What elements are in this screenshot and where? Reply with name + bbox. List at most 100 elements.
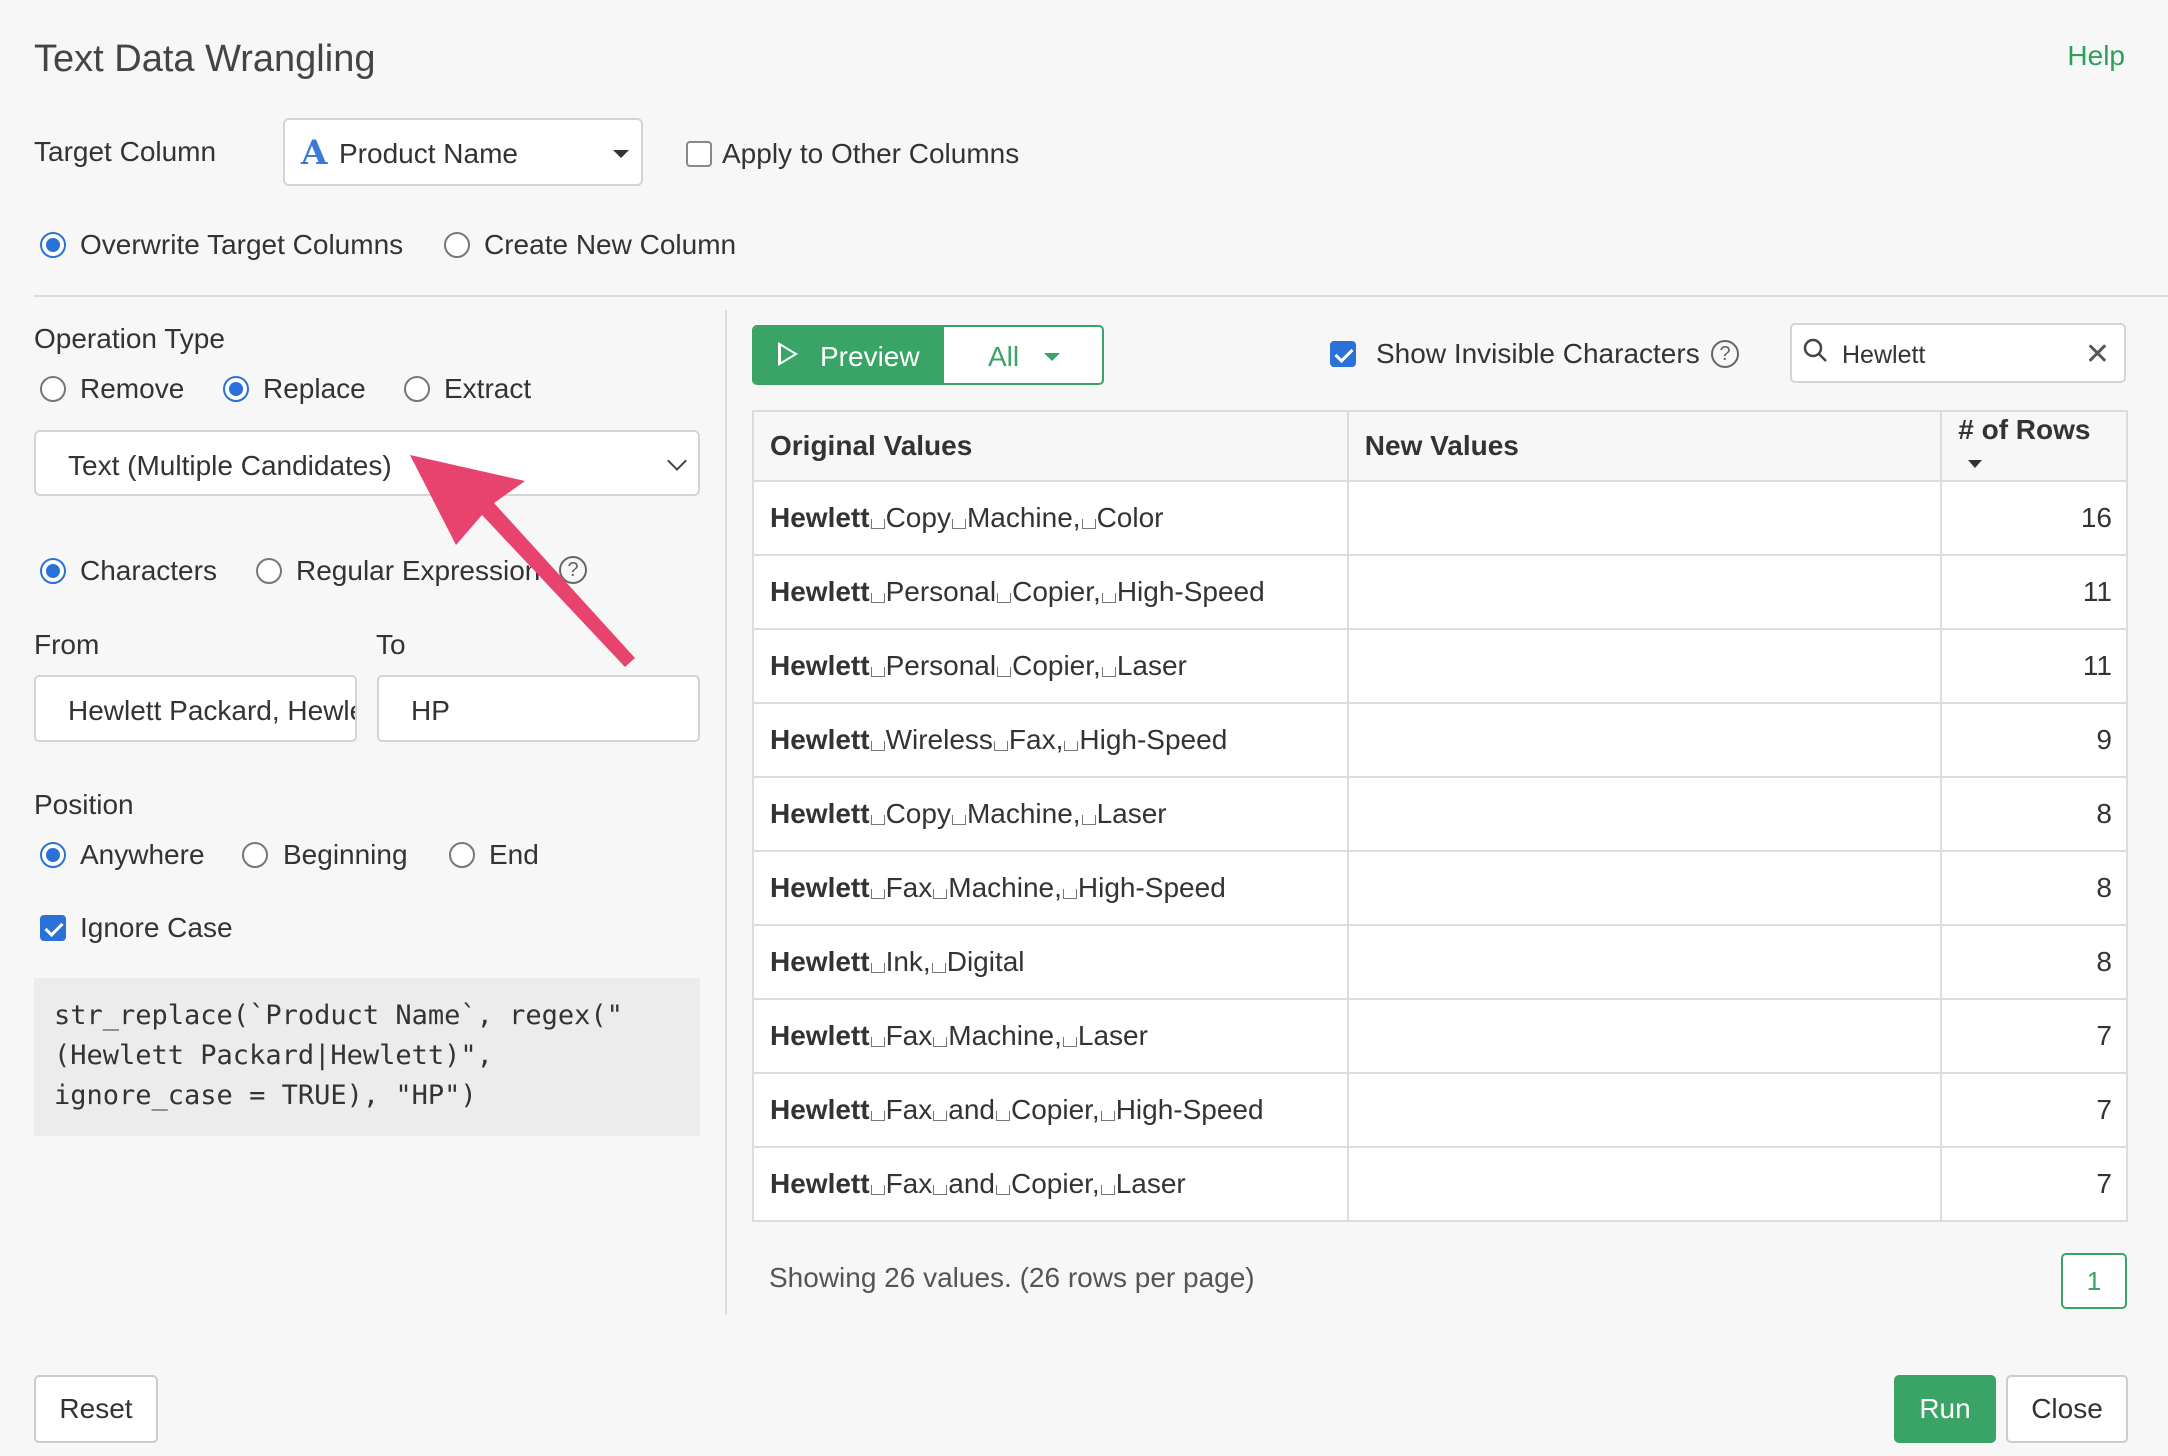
help-icon[interactable]: ?: [1711, 340, 1739, 368]
end-radio[interactable]: [449, 842, 475, 868]
table-row: Hewlett Wireless Fax, High-Speed 9: [752, 702, 2128, 778]
value-word: Copier,: [1010, 1168, 1100, 1199]
overwrite-radio[interactable]: [40, 232, 66, 258]
space-marker-icon: [933, 889, 948, 899]
value-word: Laser: [1096, 798, 1167, 829]
value-word: Laser: [1115, 1168, 1186, 1199]
remove-radio[interactable]: [40, 376, 66, 402]
filter-all-dropdown[interactable]: All: [944, 327, 1102, 383]
close-button[interactable]: Close: [2006, 1375, 2128, 1443]
space-marker-icon: [1062, 1037, 1077, 1047]
match-highlight: Hewlett: [770, 502, 870, 533]
space-marker-icon: [931, 963, 946, 973]
anywhere-radio[interactable]: [40, 842, 66, 868]
space-marker-icon: [1081, 519, 1096, 529]
beginning-radio[interactable]: [242, 842, 268, 868]
column-header-original[interactable]: Original Values: [752, 410, 1349, 482]
original-value-cell: Hewlett Copy Machine, Color: [752, 480, 1349, 556]
page-button[interactable]: 1: [2061, 1253, 2127, 1309]
close-icon[interactable]: ✕: [2085, 337, 2110, 372]
remove-label: Remove: [80, 373, 185, 404]
value-word: Digital: [946, 946, 1025, 977]
caret-down-icon: [1044, 353, 1060, 361]
space-marker-icon: [1081, 815, 1096, 825]
characters-radio[interactable]: [40, 558, 66, 584]
preview-button-label: Preview: [820, 341, 920, 372]
column-header-new[interactable]: New Values: [1346, 410, 1943, 482]
anywhere-label: Anywhere: [80, 839, 205, 870]
preview-button-group: Preview All: [752, 325, 1104, 385]
space-marker-icon: [870, 963, 885, 973]
value-word: Fax,: [1008, 724, 1064, 755]
value-word: Copy: [885, 798, 951, 829]
space-marker-icon: [870, 741, 885, 751]
row-count-cell: 7: [1940, 1072, 2128, 1148]
search-box[interactable]: Hewlett ✕: [1790, 323, 2126, 383]
value-word: High-Speed: [1077, 872, 1226, 903]
value-word: Machine,: [948, 1020, 1062, 1051]
show-invisible-label: Show Invisible Characters: [1376, 338, 1700, 369]
value-word: Copier,: [1012, 576, 1101, 607]
match-highlight: Hewlett: [770, 1094, 870, 1125]
from-input[interactable]: Hewlett Packard, Hewlett: [34, 675, 357, 742]
new-value-cell: [1346, 1072, 1943, 1148]
value-word: Personal: [885, 650, 997, 681]
value-word: Laser: [1077, 1020, 1148, 1051]
value-word: Copier,: [1012, 650, 1101, 681]
space-marker-icon: [870, 1111, 885, 1121]
column-header-rows-label: # of Rows: [1958, 414, 2091, 445]
to-input-value: HP: [411, 695, 450, 726]
extract-radio[interactable]: [404, 376, 430, 402]
row-count-cell: 8: [1940, 776, 2128, 852]
original-value-cell: Hewlett Fax and Copier, Laser: [752, 1146, 1349, 1222]
help-link[interactable]: Help: [2067, 40, 2125, 72]
value-word: and: [948, 1168, 995, 1199]
run-button[interactable]: Run: [1894, 1375, 1996, 1443]
row-count-cell: 11: [1940, 628, 2128, 704]
value-word: Copier,: [1010, 1094, 1100, 1125]
table-row: Hewlett Fax and Copier, Laser 7: [752, 1146, 2128, 1222]
space-marker-icon: [933, 1111, 948, 1121]
table-row: Hewlett Fax and Copier, High-Speed 7: [752, 1072, 2128, 1148]
help-icon[interactable]: ?: [559, 556, 587, 584]
match-highlight: Hewlett: [770, 872, 870, 903]
new-value-cell: [1346, 924, 1943, 1000]
table-row: Hewlett Copy Machine, Laser 8: [752, 776, 2128, 852]
method-select[interactable]: Text (Multiple Candidates): [34, 430, 700, 496]
search-input[interactable]: Hewlett: [1842, 341, 1925, 370]
value-word: Machine,: [948, 872, 1062, 903]
column-header-rows[interactable]: # of Rows: [1940, 410, 2128, 482]
replace-radio[interactable]: [223, 376, 249, 402]
sort-caret-icon: [1968, 459, 1983, 468]
space-marker-icon: [1101, 667, 1116, 677]
row-count-cell: 8: [1940, 924, 2128, 1000]
code-preview: str_replace(`Product Name`, regex(" (Hew…: [34, 978, 700, 1136]
table-row: Hewlett Personal Copier, High-Speed 11: [752, 554, 2128, 630]
ignore-case-checkbox[interactable]: [40, 915, 66, 941]
table-row: Hewlett Fax Machine, High-Speed 8: [752, 850, 2128, 926]
space-marker-icon: [951, 519, 966, 529]
value-word: Machine,: [966, 502, 1081, 533]
to-input[interactable]: HP: [377, 675, 700, 742]
create-new-column-radio[interactable]: [444, 232, 470, 258]
preview-button[interactable]: Preview: [754, 327, 944, 383]
reset-button[interactable]: Reset: [34, 1375, 158, 1443]
new-value-cell: [1346, 554, 1943, 630]
table-header-row: Original Values New Values # of Rows: [752, 410, 2128, 482]
operation-type-label: Operation Type: [34, 323, 225, 354]
from-label: From: [34, 629, 100, 660]
new-value-cell: [1346, 628, 1943, 704]
value-word: High-Speed: [1115, 1094, 1264, 1125]
show-invisible-checkbox[interactable]: [1330, 341, 1356, 367]
characters-label: Characters: [80, 555, 217, 586]
to-label: To: [376, 629, 406, 660]
apply-other-columns-checkbox[interactable]: [686, 141, 712, 167]
value-word: Fax: [885, 1020, 933, 1051]
value-word: Color: [1096, 502, 1164, 533]
row-count-cell: 9: [1940, 702, 2128, 778]
original-value-cell: Hewlett Copy Machine, Laser: [752, 776, 1349, 852]
regex-radio[interactable]: [256, 558, 282, 584]
space-marker-icon: [1101, 593, 1116, 603]
space-marker-icon: [870, 667, 885, 677]
target-column-select[interactable]: A Product Name: [283, 118, 643, 186]
